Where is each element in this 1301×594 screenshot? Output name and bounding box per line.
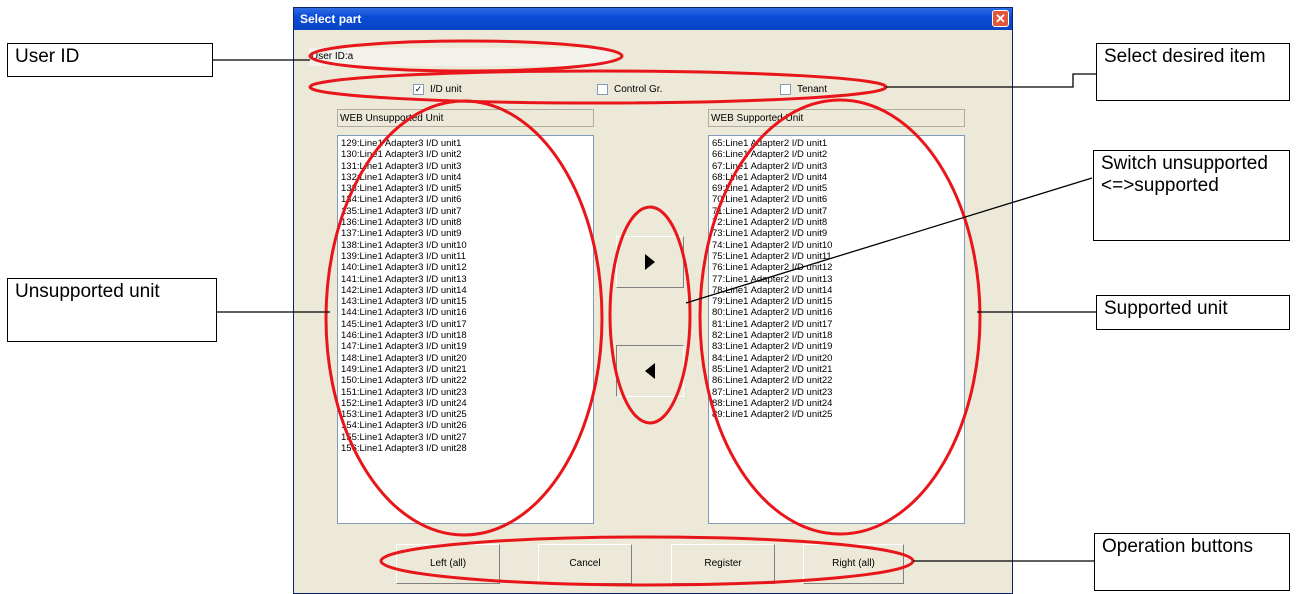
- annotation-ellipse-unsupported: [324, 99, 604, 537]
- annotation-ellipse-operation: [379, 535, 915, 587]
- callout-operation-buttons: Operation buttons: [1094, 533, 1290, 591]
- annotation-ellipse-select-item: [308, 69, 888, 105]
- annotation-ellipse-supported: [698, 98, 982, 536]
- leader-select-item: [886, 73, 1096, 88]
- callout-select-desired-item: Select desired item: [1096, 43, 1290, 101]
- callout-supported-unit: Supported unit: [1096, 295, 1290, 330]
- callout-switch: Switch unsupported <=>supported: [1093, 150, 1290, 241]
- callout-user-id: User ID: [7, 43, 213, 77]
- annotation-ellipse-user-id: [308, 39, 624, 73]
- annotation-ellipse-switch: [608, 205, 692, 425]
- leader-switch: [685, 177, 1093, 304]
- callout-unsupported-unit: Unsupported unit: [7, 278, 217, 342]
